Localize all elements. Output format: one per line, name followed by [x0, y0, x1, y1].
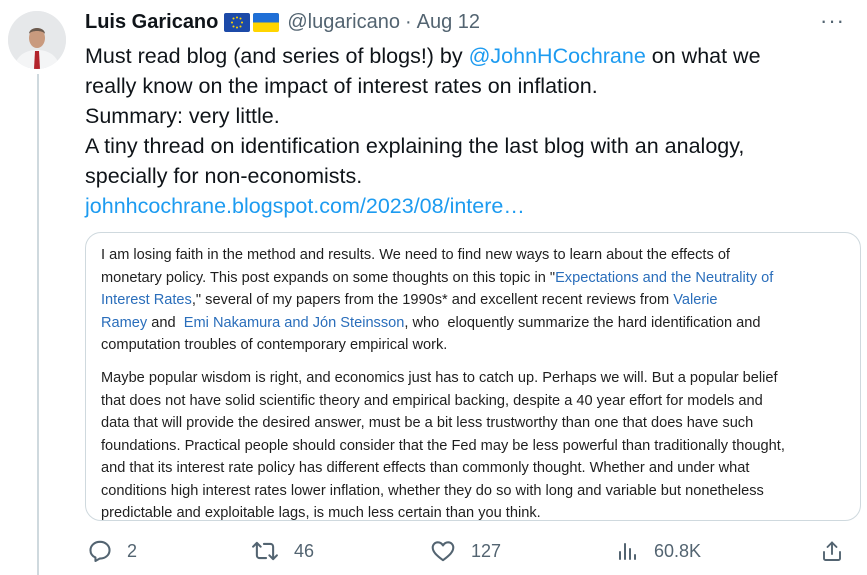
- tweet-text-segment: Must read blog (and series of blogs!) by: [85, 44, 469, 68]
- excerpt-line: and that its interest rate policy has di…: [101, 460, 750, 476]
- author-handle[interactable]: @lugaricano: [287, 11, 400, 34]
- like-button[interactable]: 127: [429, 538, 501, 564]
- retweet-icon: [252, 541, 278, 561]
- thread-line: [37, 74, 39, 575]
- excerpt-link: Interest Rates: [101, 292, 192, 308]
- more-options-icon[interactable]: ···: [820, 8, 845, 34]
- excerpt-line: Maybe popular wisdom is right, and econo…: [101, 370, 778, 386]
- action-bar: 2 46 127 60.8K: [85, 538, 855, 574]
- share-icon: [823, 541, 841, 561]
- excerpt-link: Emi Nakamura and Jón Steinsson: [183, 314, 405, 331]
- analytics-icon: [619, 543, 636, 560]
- excerpt-link: Ramey: [101, 314, 148, 331]
- reply-button[interactable]: 2: [87, 538, 137, 564]
- views-button[interactable]: 60.8K: [616, 538, 701, 564]
- mention-link[interactable]: @JohnHCochrane: [469, 44, 646, 68]
- heart-icon: [431, 541, 455, 562]
- excerpt-line: Interest Rates," several of my papers fr…: [101, 289, 846, 312]
- tweet-line-3: Summary: very little.: [85, 104, 280, 128]
- tweet-line-1: Must read blog (and series of blogs!) by…: [85, 41, 845, 71]
- like-count: 127: [471, 540, 502, 561]
- reply-icon: [89, 540, 111, 562]
- excerpt-line: monetary policy. This post expands on so…: [101, 267, 846, 290]
- tweet-header: Luis Garicano @lugaricano · Aug 12: [85, 9, 480, 35]
- author-name[interactable]: Luis Garicano: [85, 11, 218, 34]
- tweet-line-4: A tiny thread on identification explaini…: [85, 134, 745, 158]
- eu-flag-icon: [224, 12, 251, 32]
- tweet-text: Must read blog (and series of blogs!) by…: [85, 41, 845, 221]
- retweet-button[interactable]: 46: [250, 538, 314, 564]
- avatar[interactable]: [8, 11, 66, 69]
- tweet-date[interactable]: Aug 12: [417, 11, 480, 34]
- excerpt-line: Ramey and Emi Nakamura and Jón Steinsson…: [101, 312, 846, 335]
- tweet-text-segment: on what we: [645, 44, 761, 68]
- reply-count: 2: [127, 540, 138, 561]
- excerpt-line: I am losing faith in the method and resu…: [101, 247, 730, 263]
- excerpt-line: predictable and exploitable lags, is muc…: [101, 505, 541, 521]
- flag-emojis: [224, 12, 280, 32]
- excerpt-paragraph-2: Maybe popular wisdom is right, and econo…: [101, 367, 846, 521]
- share-button[interactable]: [820, 538, 844, 564]
- excerpt-text: monetary policy. This post expands on so…: [101, 269, 556, 286]
- header-separator: ·: [404, 10, 412, 33]
- tweet-line-5: specially for non-economists.: [85, 164, 363, 188]
- retweet-count: 46: [294, 540, 315, 561]
- excerpt-text: ," several of my papers from the 1990s* …: [191, 292, 674, 308]
- excerpt-line: foundations. Practical people should con…: [101, 437, 785, 454]
- tweet-line-2: really know on the impact of interest ra…: [85, 74, 598, 98]
- blog-url-link[interactable]: johnhcochrane.blogspot.com/2023/08/inter…: [85, 191, 845, 221]
- views-count: 60.8K: [654, 540, 702, 561]
- excerpt-link: Valerie: [673, 292, 718, 308]
- excerpt-link: Expectations and the Neutrality of: [555, 269, 774, 286]
- excerpt-line: conditions high interest rates lower inf…: [101, 482, 764, 499]
- blog-excerpt-image[interactable]: I am losing faith in the method and resu…: [85, 232, 861, 521]
- excerpt-paragraph-1: I am losing faith in the method and resu…: [101, 244, 846, 357]
- ukraine-flag-icon: [253, 12, 280, 32]
- excerpt-line: that does not have solid scientific theo…: [101, 392, 763, 409]
- excerpt-text: and: [147, 314, 184, 331]
- excerpt-line: data that will provide the desired answe…: [101, 415, 754, 431]
- excerpt-text: , who eloquently summarize the hard iden…: [404, 314, 761, 331]
- excerpt-line: computation troubles of contemporary emp…: [101, 337, 448, 353]
